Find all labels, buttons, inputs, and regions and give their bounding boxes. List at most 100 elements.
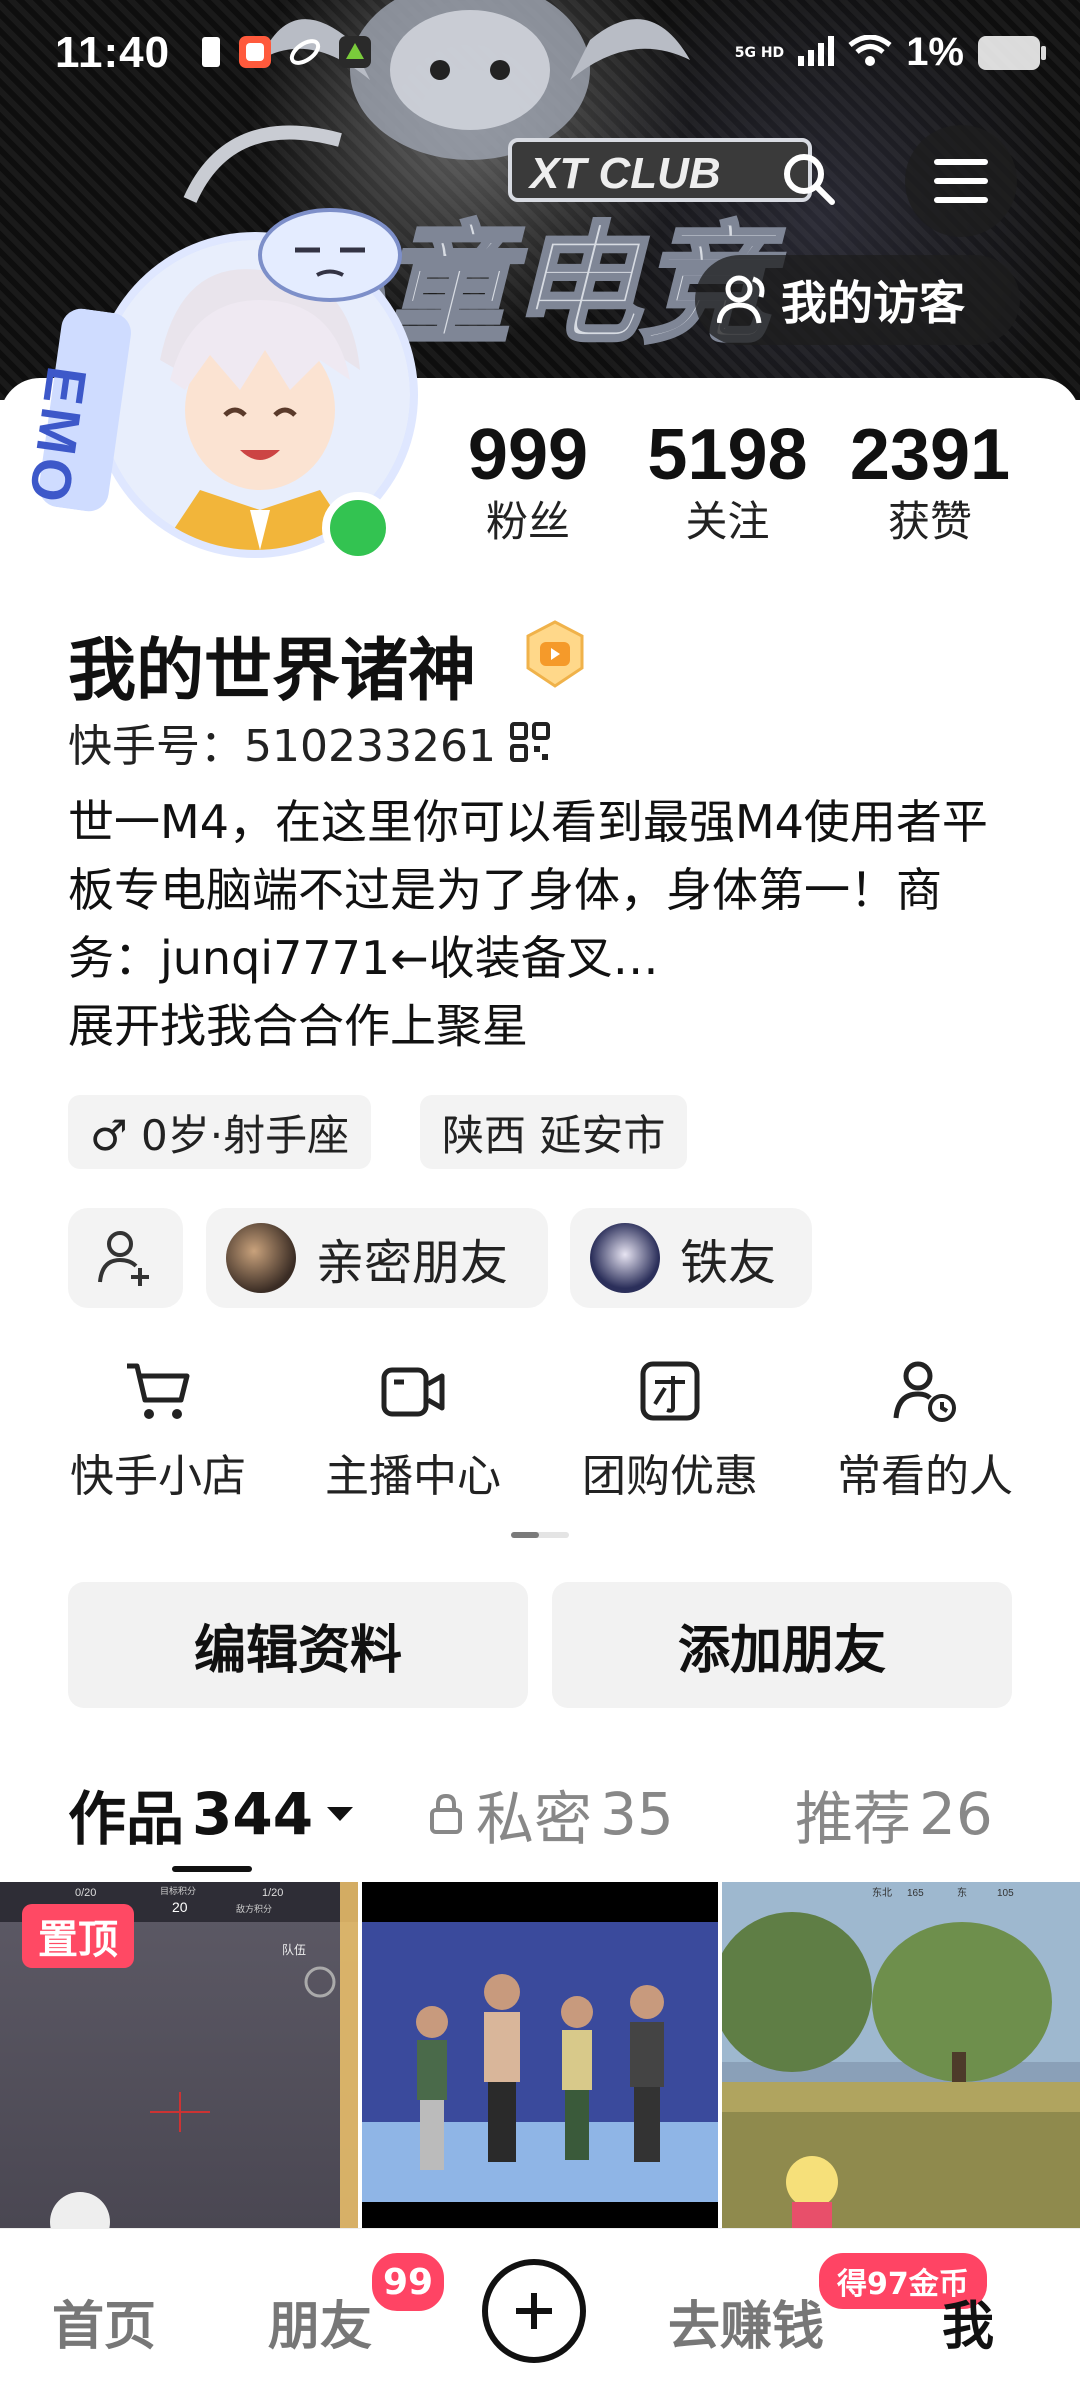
quick-group-buy[interactable]: 团购优惠 (560, 1360, 780, 1504)
likes-count: 2391 (849, 415, 1011, 495)
close-friend-avatar (226, 1223, 296, 1293)
thumb-compass-e: 东 (957, 1886, 967, 1899)
my-visitors-label: 我的访客 (781, 276, 965, 330)
thumb-compass-ne: 东北 (872, 1886, 892, 1899)
wifi-icon (848, 34, 892, 71)
visitors-icon (717, 275, 765, 324)
status-bar: 11:40 5G HD 1% (0, 0, 1080, 110)
active-tab-underline (172, 1866, 252, 1872)
quick-shop-label: 快手小店 (70, 1451, 246, 1502)
nav-home[interactable]: 首页 (52, 2284, 156, 2359)
profile-screen: XT CLUB 小童电竞 11:40 5G HD 1% 我的访客 EMO 999… (0, 0, 1080, 2400)
following-label: 关注 (685, 497, 770, 546)
tab-recommend[interactable]: 推荐 26 (795, 1772, 993, 1856)
close-friends-chip[interactable]: 亲密朋友 (206, 1208, 548, 1308)
close-friends-label: 亲密朋友 (316, 1235, 509, 1291)
recent-people-icon (893, 1361, 956, 1422)
pinned-badge: 置顶 (22, 1904, 134, 1968)
add-person-icon (97, 1231, 149, 1286)
game-notification-icon (338, 35, 372, 73)
stat-following[interactable]: 5198 关注 (640, 415, 815, 547)
thumb-score-left: 0/20 (75, 1887, 96, 1899)
profile-bio[interactable]: 世一M4，在这里你可以看到最强M4使用者平板专电脑端不过是为了身体，身体第一！商… (68, 788, 1028, 1060)
tab-works[interactable]: 作品 344 (68, 1772, 355, 1856)
profile-name: 我的世界诸神 (68, 632, 477, 711)
notification-icons (200, 35, 372, 73)
quick-frequent-people[interactable]: 常看的人 (815, 1360, 1035, 1504)
cart-icon (127, 1363, 190, 1419)
thumb-team-label: 队伍 (282, 1942, 306, 1957)
nav-friends[interactable]: 朋友 (268, 2284, 372, 2359)
stat-followers[interactable]: 999 粉丝 (458, 415, 598, 547)
followers-label: 粉丝 (485, 497, 570, 546)
nav-earn[interactable]: 去赚钱 (668, 2284, 824, 2359)
camera-icon (381, 1367, 445, 1417)
iron-friends-chip[interactable]: 铁友 (570, 1208, 812, 1308)
create-post-button[interactable] (482, 2259, 586, 2363)
creator-badge-icon (526, 620, 584, 688)
likes-label: 获赞 (887, 497, 972, 546)
online-status-dot (322, 492, 394, 564)
bio-text: 世一M4，在这里你可以看到最强M4使用者平板专电脑端不过是为了身体，身体第一！商… (68, 795, 988, 985)
work-thumbnail[interactable] (362, 1882, 718, 2228)
followers-count: 999 (467, 415, 589, 495)
caret-down-icon (327, 1807, 354, 1821)
link-icon (288, 35, 322, 73)
add-friend-button[interactable]: 添加朋友 (552, 1582, 1012, 1708)
creator-badge[interactable] (520, 620, 590, 694)
sleepy-cloud-sticker (258, 208, 402, 302)
quick-live-center-label: 主播中心 (325, 1451, 501, 1502)
iron-friends-label: 铁友 (680, 1235, 777, 1291)
menu-icon (934, 159, 988, 203)
lock-icon (430, 1793, 462, 1834)
search-button[interactable] (780, 150, 836, 210)
my-visitors-button[interactable]: 我的访客 (695, 255, 1020, 345)
tab-works-label: 作品 (68, 1785, 185, 1853)
quick-group-buy-label: 团购优惠 (582, 1451, 758, 1502)
thumb-score-right: 1/20 (262, 1887, 283, 1899)
network-indicator: 5G HD (734, 44, 785, 61)
thumb-target-label: 目标积分 (160, 1885, 196, 1897)
group-buy-icon (640, 1361, 700, 1421)
tab-recommend-count: 26 (919, 1780, 993, 1848)
status-time: 11:40 (55, 28, 171, 77)
tab-works-count: 344 (192, 1780, 314, 1848)
battle-royale-thumbnail: 东北 165 东 105 (722, 1882, 1080, 2228)
thumb-enemy-score-label: 敌方积分 (236, 1903, 272, 1915)
bio-expand-link[interactable]: 展开 (68, 999, 160, 1053)
banner-club-text: XT CLUB (527, 149, 721, 198)
quick-actions-page-indicator (511, 1532, 569, 1538)
thumb-compass-165: 165 (907, 1888, 924, 1899)
search-icon (784, 154, 835, 205)
status-right: 5G HD 1% (734, 30, 1046, 75)
quick-shop[interactable]: 快手小店 (48, 1360, 268, 1504)
qr-code-icon[interactable] (509, 722, 550, 762)
user-id-row[interactable]: 快手号：510233261 (68, 710, 550, 774)
user-id-text: 快手号：510233261 (68, 721, 496, 772)
menu-button[interactable] (905, 125, 1017, 237)
quick-frequent-people-label: 常看的人 (837, 1451, 1013, 1502)
nav-me[interactable]: 我 (942, 2284, 994, 2359)
signal-icon (798, 35, 835, 70)
quick-live-center[interactable]: 主播中心 (303, 1360, 523, 1504)
app-notification-icon (238, 35, 272, 73)
stat-likes[interactable]: 2391 获赞 (845, 415, 1015, 547)
thumb-compass-105: 105 (997, 1888, 1014, 1899)
tab-private-count: 35 (600, 1780, 674, 1848)
iron-friend-avatar (590, 1223, 660, 1293)
dance-scene-thumbnail (362, 1922, 718, 2202)
battery-icon (978, 35, 1046, 70)
plus-icon (516, 2293, 552, 2329)
bottom-navigation: 首页 朋友 99 去赚钱 得97金币 我 (0, 2228, 1080, 2400)
battery-percent: 1% (906, 30, 964, 74)
tab-recommend-label: 推荐 (795, 1785, 912, 1853)
add-friend-chip[interactable] (68, 1208, 183, 1308)
tab-private-label: 私密 (476, 1785, 593, 1853)
work-thumbnail[interactable]: 东北 165 东 105 (722, 1882, 1080, 2228)
age-zodiac-tag: ♂ 0岁·射手座 (68, 1095, 372, 1169)
edit-profile-button[interactable]: 编辑资料 (68, 1582, 528, 1708)
tab-private[interactable]: 私密 35 (428, 1772, 674, 1856)
work-thumbnail[interactable]: 0/20 目标积分 20 1/20 敌方积分 队伍 置顶 (0, 1882, 358, 2228)
thumb-target-score: 20 (172, 1899, 188, 1915)
following-count: 5198 (647, 415, 808, 495)
